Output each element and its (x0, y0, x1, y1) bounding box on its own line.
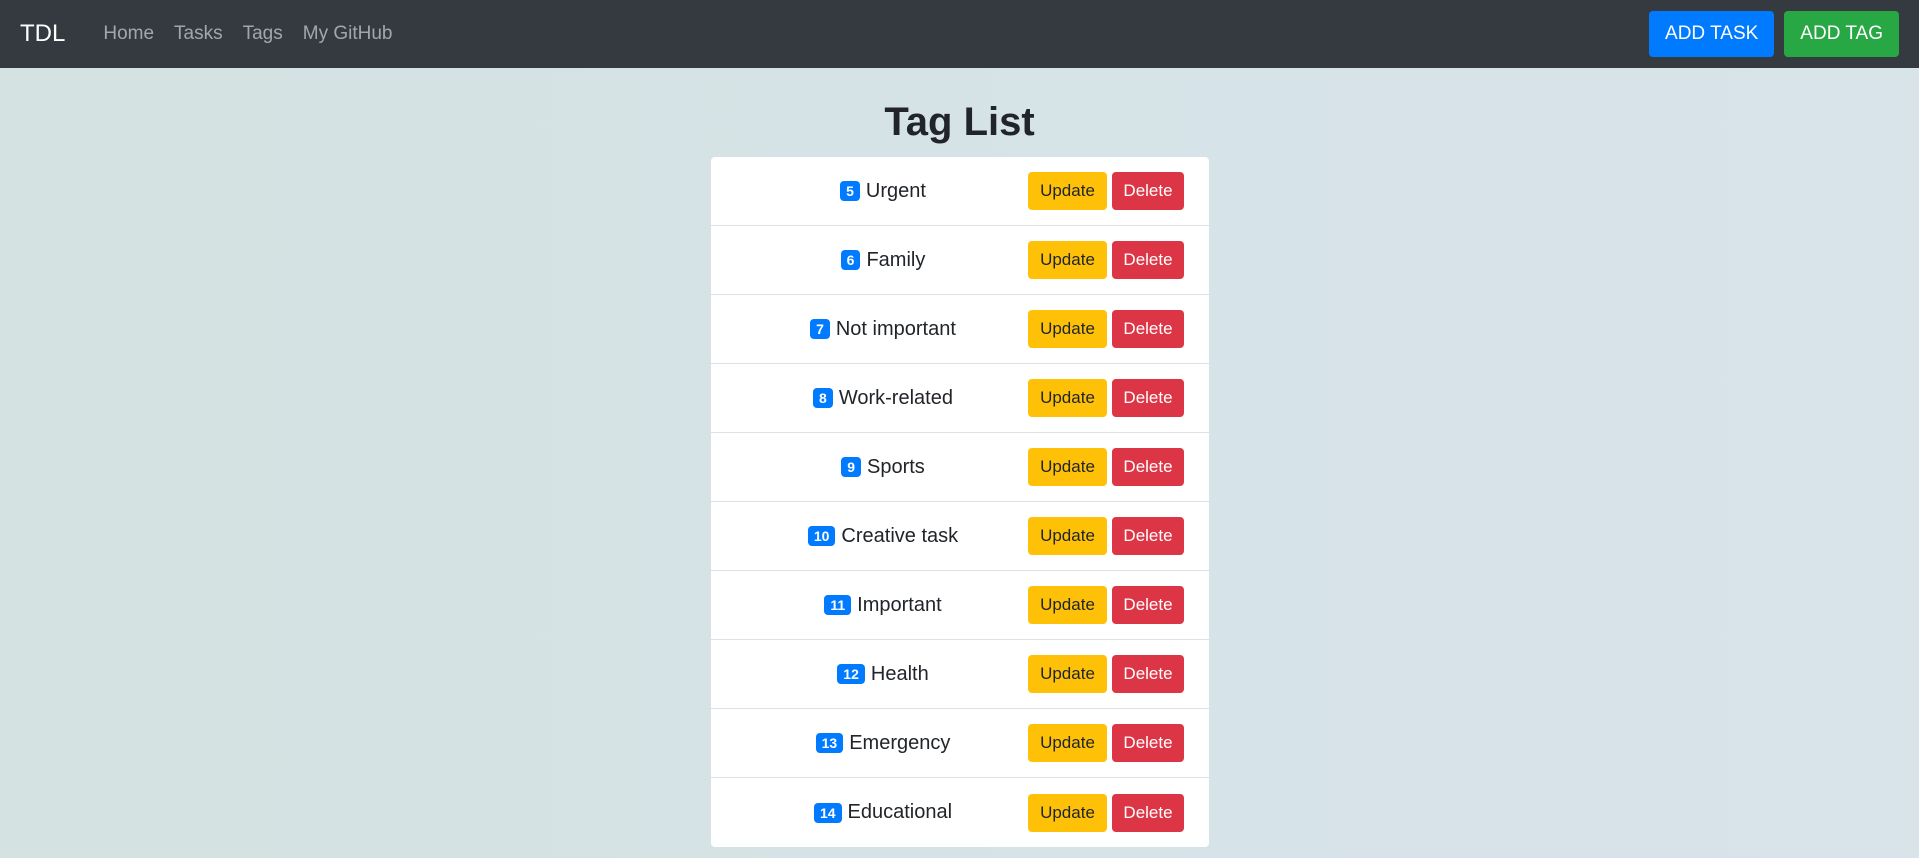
delete-button[interactable]: Delete (1112, 655, 1184, 693)
brand-link[interactable]: TDL (20, 20, 65, 48)
delete-button[interactable]: Delete (1112, 172, 1184, 210)
tag-content: 7 Not important (711, 318, 1055, 341)
delete-button[interactable]: Delete (1112, 310, 1184, 348)
tag-id-badge: 5 (840, 181, 860, 201)
row-actions: Update Delete (1028, 655, 1184, 693)
tag-name: Sports (866, 455, 925, 478)
row-actions: Update Delete (1028, 586, 1184, 624)
row-actions: Update Delete (1028, 793, 1184, 832)
tag-id-badge: 8 (813, 388, 833, 408)
update-button[interactable]: Update (1028, 655, 1107, 693)
update-button[interactable]: Update (1028, 379, 1107, 417)
tag-name: Health (870, 662, 929, 685)
row-actions: Update Delete (1028, 517, 1184, 555)
tag-name: Not important (835, 317, 956, 340)
tag-id-badge: 11 (824, 595, 852, 615)
tag-id-badge: 13 (815, 733, 844, 753)
tag-content: 10 Creative task (711, 525, 1055, 548)
tag-name: Educational (847, 801, 953, 823)
tag-id-badge: 10 (807, 526, 836, 546)
update-button[interactable]: Update (1028, 310, 1107, 348)
update-button[interactable]: Update (1028, 724, 1107, 762)
tag-content: 14 Educational (711, 801, 1055, 824)
row-actions: Update Delete (1028, 724, 1184, 762)
tag-id-badge: 14 (813, 802, 842, 823)
update-button[interactable]: Update (1028, 172, 1107, 210)
update-button[interactable]: Update (1028, 793, 1107, 832)
tag-list: 5 Urgent Update Delete 6 Family Update D… (711, 157, 1209, 847)
update-button[interactable]: Update (1028, 517, 1107, 555)
navbar: TDL Home Tasks Tags My GitHub ADD TASK A… (0, 0, 1919, 68)
delete-button[interactable]: Delete (1112, 586, 1184, 624)
nav-link-tags[interactable]: Tags (233, 23, 293, 45)
delete-button[interactable]: Delete (1112, 448, 1184, 486)
delete-button[interactable]: Delete (1112, 724, 1184, 762)
tag-name: Creative task (841, 524, 959, 547)
delete-button[interactable]: Delete (1112, 241, 1184, 279)
page-title: Tag List (884, 100, 1035, 144)
add-task-button[interactable]: ADD TASK (1649, 11, 1775, 57)
tag-row: 9 Sports Update Delete (711, 433, 1209, 502)
delete-button[interactable]: Delete (1112, 793, 1184, 832)
nav-right: ADD TASK ADD TAG (1649, 11, 1899, 57)
update-button[interactable]: Update (1028, 586, 1107, 624)
tag-content: 12 Health (711, 663, 1055, 686)
update-button[interactable]: Update (1028, 448, 1107, 486)
tag-name: Important (857, 593, 942, 616)
nav-link-tasks[interactable]: Tasks (164, 23, 233, 45)
nav-link-github[interactable]: My GitHub (293, 23, 403, 45)
nav-links: Home Tasks Tags My GitHub (93, 23, 402, 45)
tag-id-badge: 9 (841, 457, 861, 477)
tag-row: 13 Emergency Update Delete (711, 709, 1209, 778)
row-actions: Update Delete (1028, 379, 1184, 417)
tag-row: 10 Creative task Update Delete (711, 502, 1209, 571)
update-button[interactable]: Update (1028, 241, 1107, 279)
tag-row: 12 Health Update Delete (711, 640, 1209, 709)
tag-row: 7 Not important Update Delete (711, 295, 1209, 364)
nav-link-home[interactable]: Home (93, 23, 164, 45)
nav-left: TDL Home Tasks Tags My GitHub (20, 20, 403, 48)
tag-name: Work-related (838, 386, 953, 409)
tag-row: 14 Educational Update Delete (711, 778, 1209, 847)
tag-name: Emergency (849, 731, 951, 754)
tag-id-badge: 7 (810, 319, 830, 339)
tag-row: 6 Family Update Delete (711, 226, 1209, 295)
row-actions: Update Delete (1028, 241, 1184, 279)
tag-row: 8 Work-related Update Delete (711, 364, 1209, 433)
tag-id-badge: 12 (837, 664, 865, 684)
row-actions: Update Delete (1028, 310, 1184, 348)
row-actions: Update Delete (1028, 448, 1184, 486)
tag-row: 11 Important Update Delete (711, 571, 1209, 640)
tag-name: Family (866, 248, 926, 271)
tag-content: 13 Emergency (711, 732, 1055, 755)
delete-button[interactable]: Delete (1112, 517, 1184, 555)
tag-content: 8 Work-related (711, 387, 1055, 410)
delete-button[interactable]: Delete (1112, 379, 1184, 417)
tag-name: Urgent (865, 179, 926, 202)
tag-content: 6 Family (711, 249, 1055, 272)
tag-id-badge: 6 (840, 250, 861, 270)
tag-row: 5 Urgent Update Delete (711, 157, 1209, 226)
row-actions: Update Delete (1028, 172, 1184, 210)
add-tag-button[interactable]: ADD TAG (1784, 11, 1899, 57)
tag-content: 11 Important (711, 594, 1055, 617)
tag-content: 9 Sports (711, 456, 1055, 479)
tag-content: 5 Urgent (711, 180, 1055, 203)
